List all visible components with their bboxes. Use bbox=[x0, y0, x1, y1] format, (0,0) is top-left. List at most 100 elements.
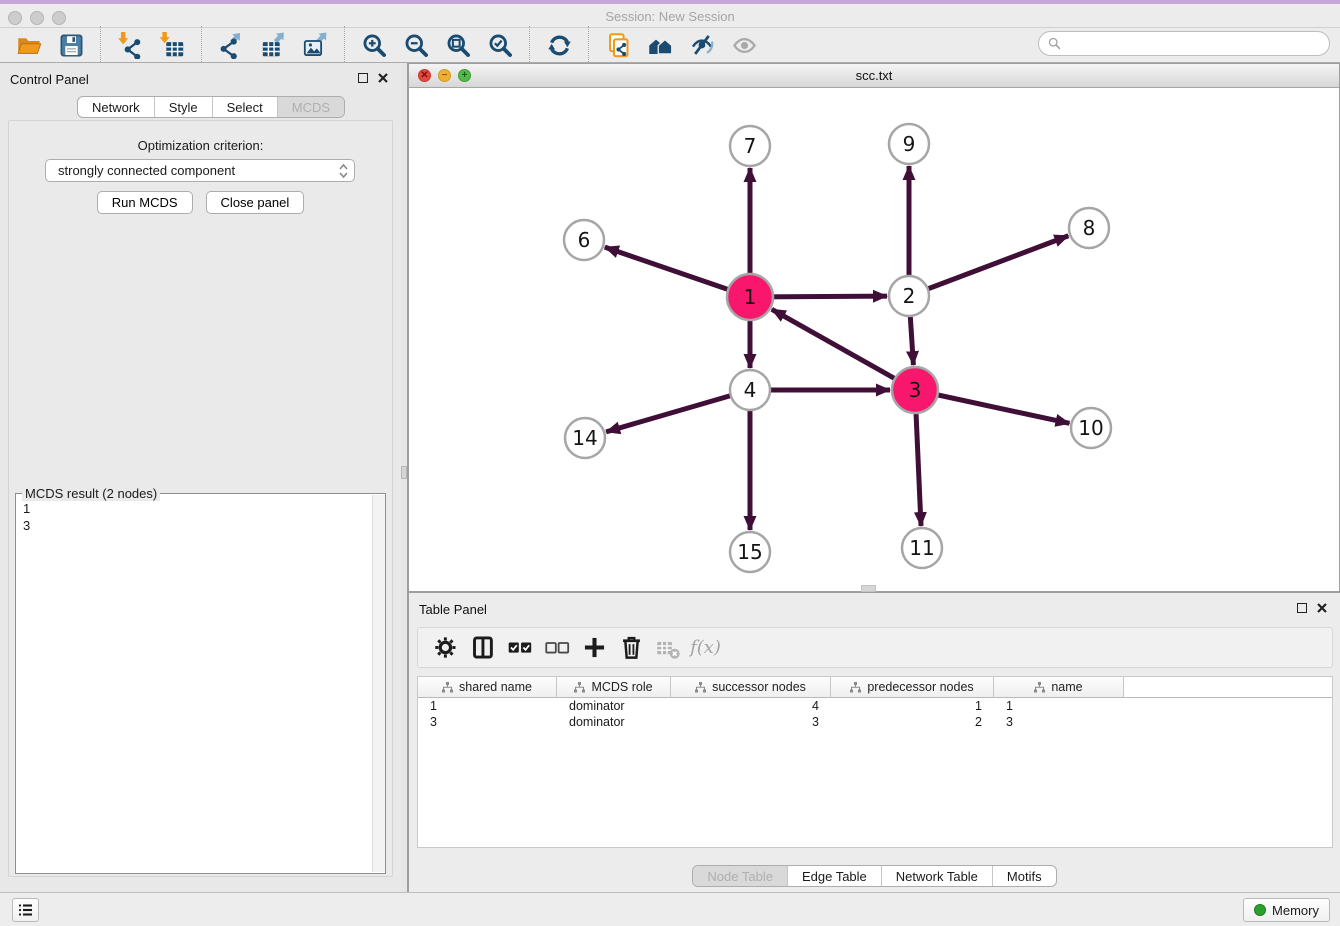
column-header-shared-name[interactable]: shared name bbox=[418, 677, 557, 697]
delete-table-icon bbox=[655, 634, 682, 661]
search-input[interactable] bbox=[1062, 34, 1329, 54]
result-scrollbar[interactable] bbox=[372, 495, 385, 872]
tab-node-table[interactable]: Node Table bbox=[693, 866, 787, 886]
column-header-successor-nodes[interactable]: successor nodes bbox=[671, 677, 831, 697]
import-table-button[interactable] bbox=[157, 30, 187, 60]
column-header-MCDS-role[interactable]: MCDS role bbox=[557, 677, 671, 697]
tab-motifs[interactable]: Motifs bbox=[992, 866, 1056, 886]
graph-node-1[interactable]: 1 bbox=[727, 274, 773, 320]
graph-node-11[interactable]: 11 bbox=[902, 528, 942, 568]
graph-node-3[interactable]: 3 bbox=[892, 367, 938, 413]
open-session-button[interactable] bbox=[14, 30, 44, 60]
column-header-predecessor-nodes[interactable]: predecessor nodes bbox=[831, 677, 994, 697]
memory-button[interactable]: Memory bbox=[1243, 898, 1330, 922]
close-panel-button[interactable]: Close panel bbox=[206, 191, 305, 214]
zoom-selected-button[interactable] bbox=[485, 30, 515, 60]
graph-node-4[interactable]: 4 bbox=[730, 370, 770, 410]
export-image-button[interactable] bbox=[300, 30, 330, 60]
tab-select[interactable]: Select bbox=[212, 97, 277, 117]
float-table-panel-icon[interactable] bbox=[1297, 603, 1307, 613]
mcds-result-node: 3 bbox=[23, 517, 371, 534]
control-panel-tabs: NetworkStyleSelectMCDS bbox=[77, 96, 345, 118]
status-bar: Memory bbox=[0, 892, 1340, 926]
node-label: 2 bbox=[903, 284, 916, 308]
tab-mcds[interactable]: MCDS bbox=[277, 97, 344, 117]
graph-edge-2-8[interactable] bbox=[909, 236, 1068, 296]
export-network-icon bbox=[218, 32, 245, 59]
toolbar-separator bbox=[588, 26, 589, 64]
new-network-from-selection-button[interactable] bbox=[603, 30, 633, 60]
select-all-button[interactable] bbox=[507, 634, 535, 662]
graph-edge-4-14[interactable] bbox=[606, 390, 750, 432]
save-session-button[interactable] bbox=[56, 30, 86, 60]
node-label: 6 bbox=[578, 228, 591, 252]
graph-node-9[interactable]: 9 bbox=[889, 124, 929, 164]
refresh-layout-button[interactable] bbox=[544, 30, 574, 60]
import-network-button[interactable] bbox=[115, 30, 145, 60]
node-label: 4 bbox=[744, 378, 757, 402]
graph-node-6[interactable]: 6 bbox=[564, 220, 604, 260]
column-header-name[interactable]: name bbox=[994, 677, 1124, 697]
mcds-result-node: 1 bbox=[23, 500, 371, 517]
close-panel-icon[interactable] bbox=[377, 72, 389, 84]
network-window-titlebar[interactable]: ✕ − + scc.txt bbox=[409, 64, 1339, 88]
splitter-grip[interactable] bbox=[401, 466, 407, 479]
optimization-criterion-label: Optimization criterion: bbox=[9, 138, 392, 153]
table-row[interactable]: 3dominator323 bbox=[418, 714, 1332, 730]
table-toolbar: f(x) bbox=[417, 627, 1333, 668]
delete-column-button[interactable] bbox=[618, 634, 646, 662]
export-table-icon bbox=[260, 32, 287, 59]
panel-splitter-vertical[interactable] bbox=[401, 63, 408, 892]
close-table-panel-icon[interactable] bbox=[1316, 602, 1328, 614]
function-builder-icon: f(x) bbox=[690, 637, 721, 658]
add-column-button[interactable] bbox=[581, 634, 609, 662]
node-table-header: shared name MCDS role successor nodesprede… bbox=[418, 677, 1332, 698]
network-canvas[interactable]: 7 9 6 8 1 2 4 3 14 10 15 11 bbox=[409, 88, 1339, 591]
table-row[interactable]: 1dominator411 bbox=[418, 698, 1332, 714]
first-neighbors-button[interactable] bbox=[645, 30, 675, 60]
table-cell: dominator bbox=[557, 715, 671, 729]
graph-node-7[interactable]: 7 bbox=[730, 126, 770, 166]
save-session-icon bbox=[58, 32, 85, 59]
zoom-in-button[interactable] bbox=[359, 30, 389, 60]
tab-network-table[interactable]: Network Table bbox=[881, 866, 992, 886]
eye-slash-button[interactable] bbox=[687, 30, 717, 60]
column-header-label: MCDS role bbox=[591, 680, 652, 694]
eye-button bbox=[729, 30, 759, 60]
graph-edge-3-1[interactable] bbox=[772, 309, 915, 390]
panel-splitter-horizontal[interactable] bbox=[861, 585, 876, 592]
zoom-fit-icon bbox=[445, 32, 472, 59]
export-table-button[interactable] bbox=[258, 30, 288, 60]
delete-table-button bbox=[655, 634, 683, 662]
application-window: { "window": { "title": "Session: New Ses… bbox=[0, 0, 1340, 926]
table-panel: Table Panel f(x) shared nameMCDS rolesuc… bbox=[408, 592, 1340, 892]
graph-node-2[interactable]: 2 bbox=[889, 276, 929, 316]
export-network-button[interactable] bbox=[216, 30, 246, 60]
select-stepper-icon bbox=[339, 163, 348, 179]
node-label: 10 bbox=[1078, 416, 1103, 440]
node-label: 3 bbox=[909, 378, 922, 402]
graph-node-14[interactable]: 14 bbox=[565, 418, 605, 458]
mcds-result-group: MCDS result (2 nodes) 13 bbox=[15, 493, 386, 874]
float-panel-icon[interactable] bbox=[358, 73, 368, 83]
toggle-column-icon bbox=[470, 634, 497, 661]
show-panels-button[interactable] bbox=[12, 898, 39, 922]
run-mcds-button[interactable]: Run MCDS bbox=[97, 191, 193, 214]
toggle-column-button[interactable] bbox=[470, 634, 498, 662]
toolbar-separator bbox=[344, 26, 345, 64]
deselect-all-button[interactable] bbox=[544, 634, 572, 662]
tab-edge-table[interactable]: Edge Table bbox=[787, 866, 881, 886]
graph-node-10[interactable]: 10 bbox=[1071, 408, 1111, 448]
graph-node-15[interactable]: 15 bbox=[730, 532, 770, 572]
table-cell: 1 bbox=[831, 699, 994, 713]
search-field[interactable] bbox=[1038, 31, 1330, 56]
zoom-out-button[interactable] bbox=[401, 30, 431, 60]
table-cell: 3 bbox=[671, 715, 831, 729]
zoom-fit-button[interactable] bbox=[443, 30, 473, 60]
table-settings-button[interactable] bbox=[433, 634, 461, 662]
optimization-criterion-select[interactable]: strongly connected component bbox=[45, 159, 355, 182]
node-label: 11 bbox=[909, 536, 934, 560]
tab-network[interactable]: Network bbox=[78, 97, 154, 117]
graph-node-8[interactable]: 8 bbox=[1069, 208, 1109, 248]
tab-style[interactable]: Style bbox=[154, 97, 212, 117]
